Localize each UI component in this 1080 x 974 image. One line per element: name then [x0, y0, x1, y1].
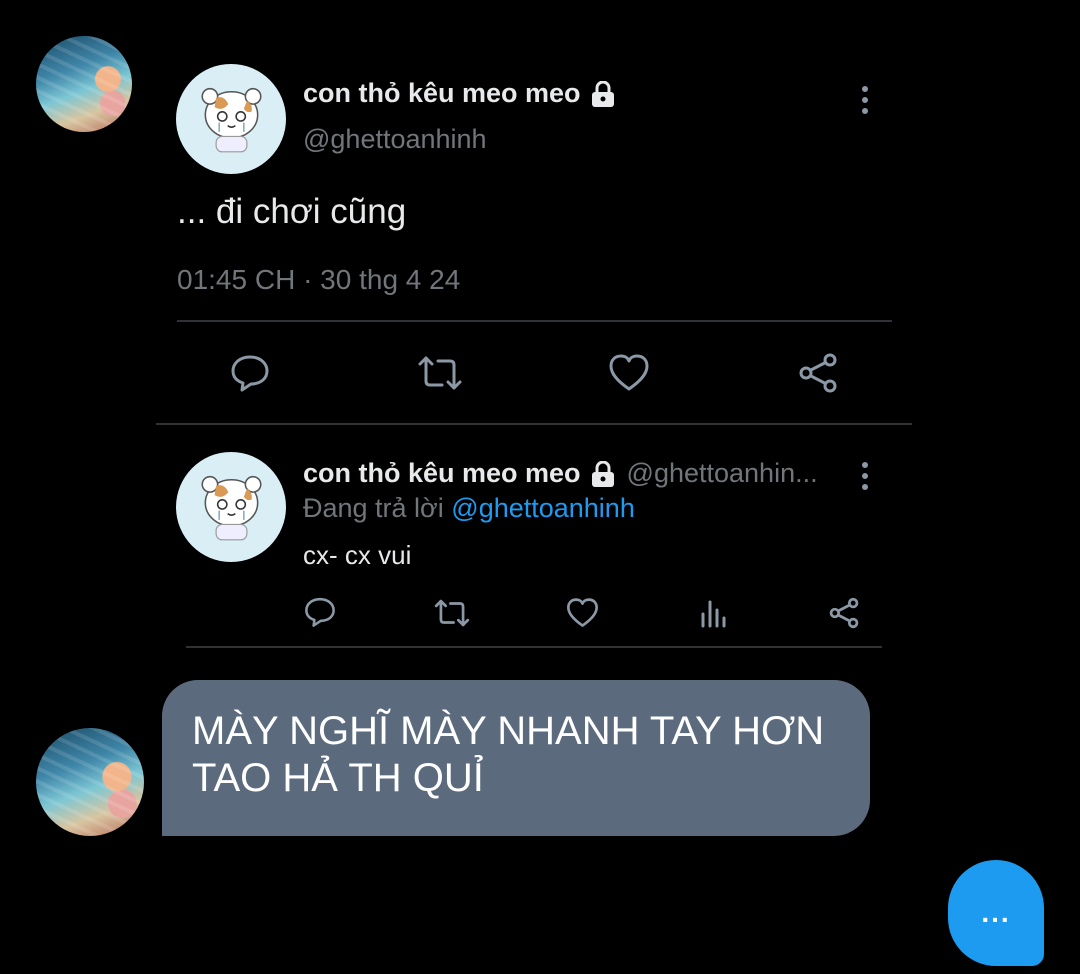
bear-avatar-image — [200, 87, 262, 152]
reply-divider — [186, 646, 882, 648]
reply-icon[interactable] — [230, 353, 270, 393]
tweet-divider — [177, 320, 892, 322]
message-text: MÀY NGHĨ MÀY NHANH TAY HƠN TAO HẢ TH QUỈ — [192, 709, 825, 800]
reply-author-name-text: con thỏ kêu meo meo — [303, 458, 581, 488]
share-icon[interactable] — [797, 352, 839, 394]
reply-icon[interactable] — [304, 596, 336, 628]
analytics-icon[interactable] — [699, 598, 729, 628]
retweet-icon[interactable] — [416, 355, 464, 391]
like-icon[interactable] — [608, 354, 650, 392]
reply-author-avatar[interactable] — [176, 452, 286, 562]
typing-dots-label: ... — [981, 897, 1011, 928]
retweet-icon[interactable] — [433, 598, 471, 628]
tweet-author-name-text: con thỏ kêu meo meo — [303, 78, 581, 108]
card-divider — [156, 423, 912, 425]
shared-tweet-card[interactable]: con thỏ kêu meo meo @ghettoanhinh ... đi… — [156, 40, 912, 426]
lock-icon — [591, 460, 614, 487]
like-icon[interactable] — [566, 598, 599, 628]
message-bubble[interactable]: MÀY NGHĨ MÀY NHANH TAY HƠN TAO HẢ TH QUỈ — [162, 680, 870, 836]
share-icon[interactable] — [828, 597, 860, 629]
typing-fab-button[interactable]: ... — [948, 860, 1044, 966]
tweet-author-name[interactable]: con thỏ kêu meo meo — [303, 78, 617, 109]
tweet-timestamp[interactable]: 01:45 CH · 30 thg 4 24 — [177, 264, 460, 296]
tweet-author-handle[interactable]: @ghettoanhinh — [303, 124, 487, 155]
reply-more-icon[interactable] — [862, 462, 868, 490]
sender-avatar[interactable] — [36, 728, 144, 836]
reply-tweet-card[interactable]: con thỏ kêu meo meo @ghettoanhin... Đang… — [156, 430, 912, 650]
reply-text: cx- cx vui — [303, 540, 412, 570]
tweet-more-icon[interactable] — [862, 86, 868, 114]
replying-to-prefix: Đang trả lời — [303, 493, 444, 523]
bear-avatar-image — [200, 475, 262, 540]
tweet-author-avatar[interactable] — [176, 64, 286, 174]
tweet-text: ... đi chơi cũng — [177, 192, 407, 231]
sender-avatar[interactable] — [36, 36, 132, 132]
reply-author-name[interactable]: con thỏ kêu meo meo @ghettoanhin... — [303, 458, 818, 489]
replying-to-handle[interactable]: @ghettoanhinh — [451, 493, 635, 523]
replying-to-line: Đang trả lời @ghettoanhinh — [303, 493, 635, 524]
reply-author-handle: @ghettoanhin... — [626, 458, 818, 488]
lock-icon — [591, 80, 614, 107]
